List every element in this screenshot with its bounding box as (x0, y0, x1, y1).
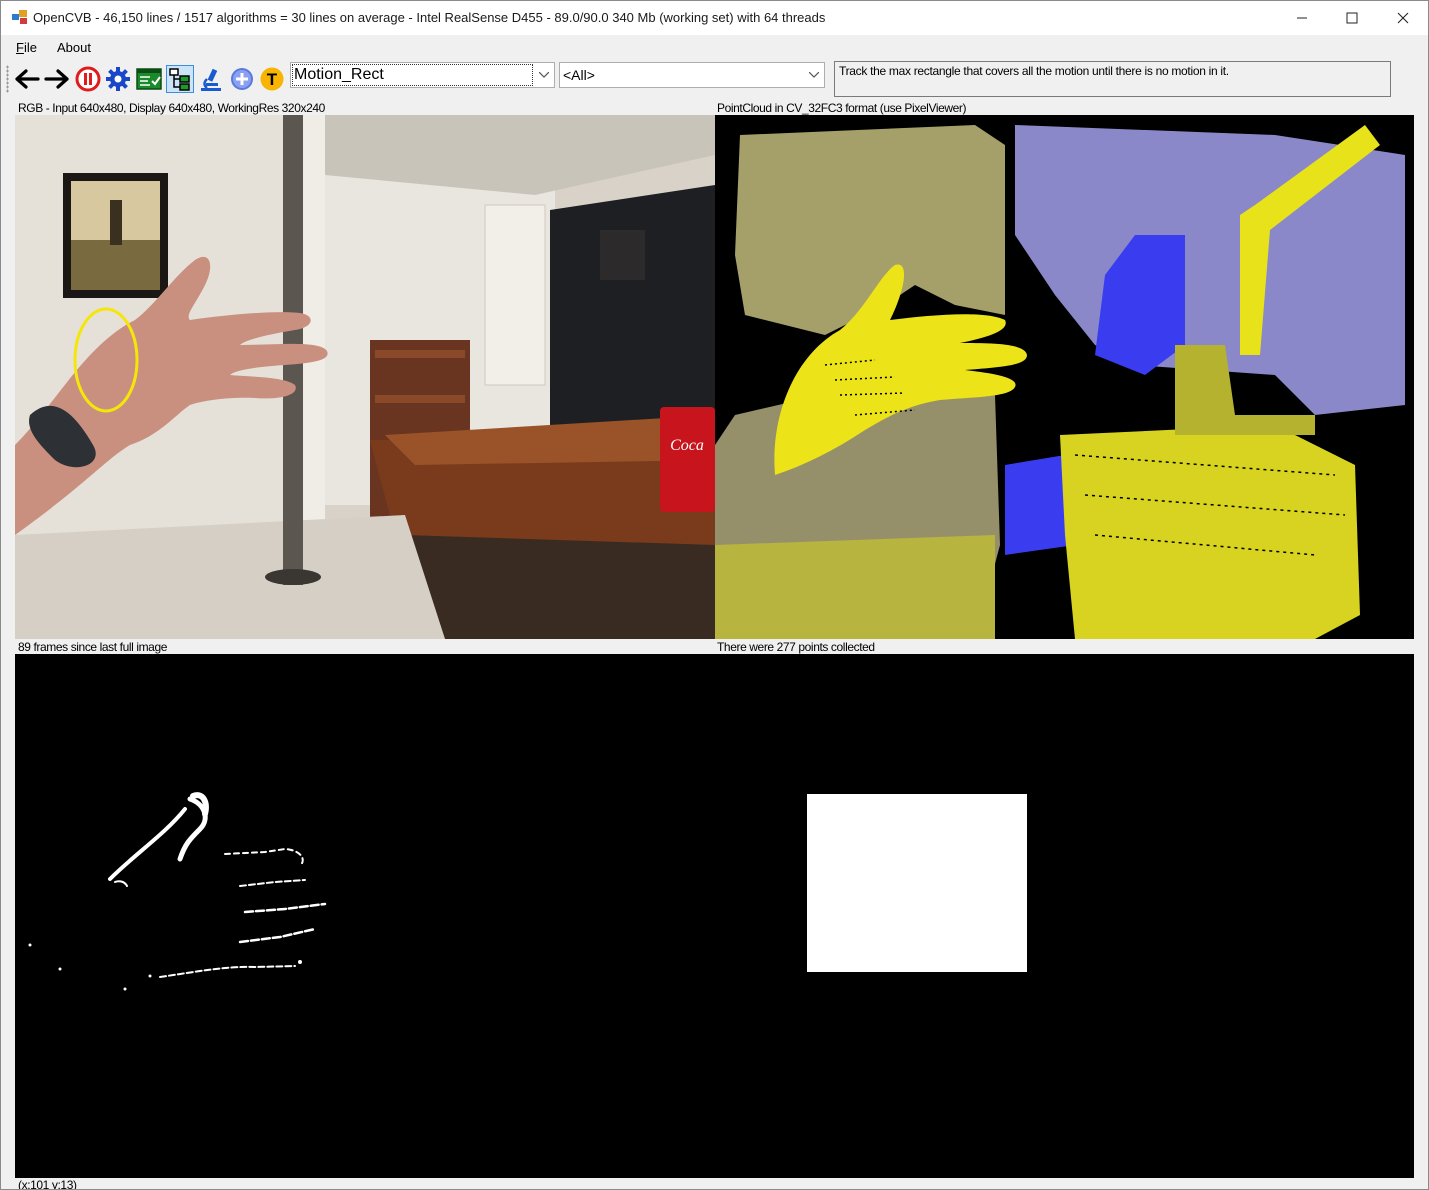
menu-file[interactable]: File (16, 40, 37, 55)
add-button[interactable] (229, 66, 255, 92)
app-window: OpenCVB - 46,150 lines / 1517 algorithms… (0, 0, 1429, 1190)
settings-gear-icon (106, 67, 130, 91)
svg-text:T: T (267, 70, 278, 89)
rgb-image: Coca (15, 115, 715, 639)
pause-icon (75, 66, 101, 92)
pointcloud-image (715, 115, 1414, 639)
back-arrow-icon (15, 69, 40, 89)
forward-arrow-icon (44, 69, 69, 89)
close-button[interactable] (1378, 1, 1428, 35)
points-caption: There were 277 points collected (717, 640, 875, 654)
settings-button[interactable] (105, 66, 131, 92)
tree-view-button[interactable] (166, 65, 194, 93)
group-select[interactable]: <All> (559, 62, 825, 88)
chevron-down-icon[interactable] (804, 63, 824, 87)
window-title: OpenCVB - 46,150 lines / 1517 algorithms… (33, 10, 826, 25)
algorithm-description: Track the max rectangle that covers all … (834, 61, 1391, 97)
test-all-icon (136, 68, 162, 90)
algorithm-select[interactable]: Motion_Rect (290, 62, 555, 88)
motion-rect-pane[interactable] (715, 654, 1414, 1178)
svg-text:Coca: Coca (670, 437, 704, 454)
tree-view-icon (169, 68, 190, 91)
chevron-down-icon[interactable] (534, 63, 554, 87)
motion-mask-pane[interactable] (15, 654, 715, 1178)
minimize-button[interactable] (1277, 1, 1327, 35)
pointcloud-caption: PointCloud in CV_32FC3 format (use Pixel… (717, 101, 967, 115)
rgb-image-pane[interactable]: Coca (15, 115, 715, 639)
microscope-icon (201, 68, 221, 91)
pointcloud-pane[interactable] (715, 115, 1414, 639)
menu-bar: File About (1, 35, 1428, 59)
maximize-icon (1346, 12, 1358, 24)
close-icon (1397, 12, 1409, 24)
title-bar: OpenCVB - 46,150 lines / 1517 algorithms… (1, 1, 1428, 35)
translate-button[interactable]: T (259, 66, 285, 92)
motion-mask-image (15, 654, 715, 1178)
app-icon (12, 10, 27, 24)
forward-button[interactable] (44, 66, 70, 92)
translate-icon: T (260, 67, 284, 91)
algorithm-select-value: Motion_Rect (294, 66, 384, 83)
test-all-button[interactable] (136, 66, 162, 92)
toolbar-grip[interactable] (6, 65, 9, 93)
frames-caption: 89 frames since last full image (18, 640, 168, 654)
back-button[interactable] (14, 66, 40, 92)
maximize-button[interactable] (1327, 1, 1377, 35)
minimize-icon (1297, 17, 1307, 19)
coordinate-readout: (x:101 y:13) (18, 1178, 77, 1190)
pause-button[interactable] (75, 66, 101, 92)
group-select-value: <All> (563, 67, 595, 83)
rgb-caption: RGB - Input 640x480, Display 640x480, Wo… (18, 101, 325, 115)
pixel-viewer-button[interactable] (198, 66, 224, 92)
menu-about[interactable]: About (57, 40, 91, 55)
motion-rectangle (807, 794, 1027, 972)
add-icon (231, 68, 253, 90)
toolbar: T Motion_Rect <All> Track the max rectan… (1, 59, 1428, 99)
